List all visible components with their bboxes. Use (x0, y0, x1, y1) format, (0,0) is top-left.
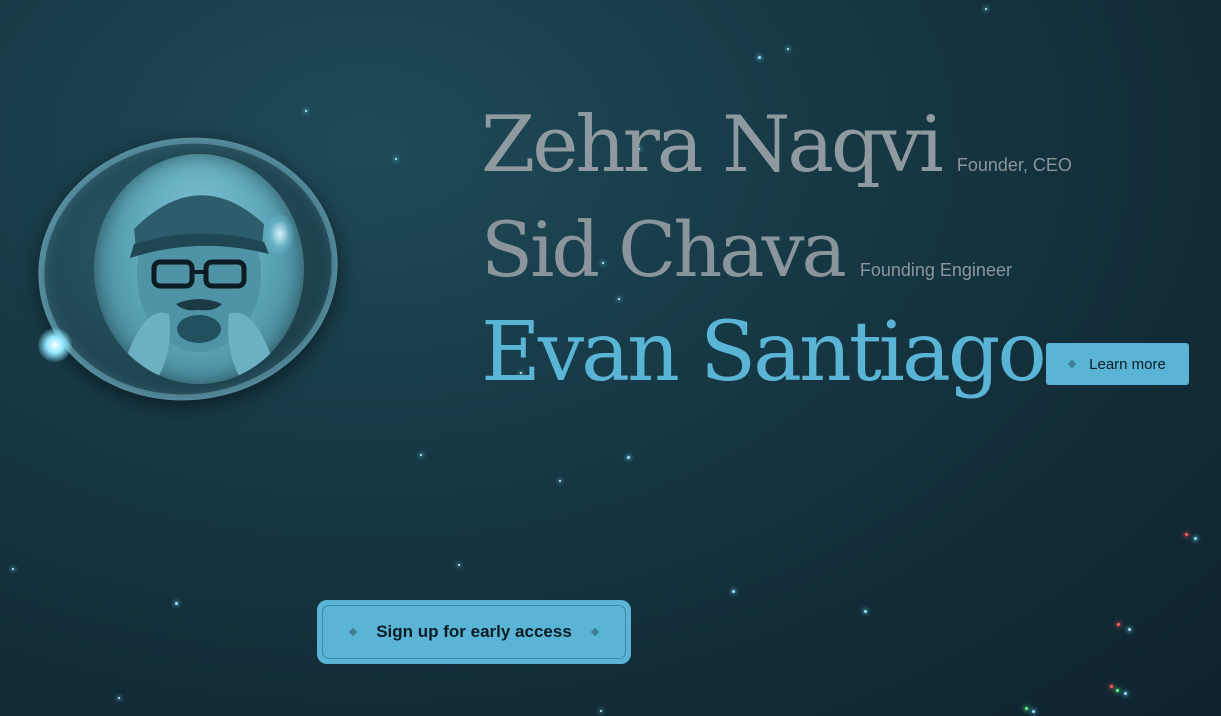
signup-label: Sign up for early access (376, 622, 572, 641)
team-member-zehra[interactable]: Zehra Naqvi Founder, CEO (481, 100, 1072, 190)
portrait-ring (21, 118, 355, 420)
member-name: Evan Santiago (481, 305, 1047, 400)
member-role: Founder, CEO (956, 155, 1072, 175)
learn-more-button[interactable]: Learn more (1046, 343, 1189, 385)
diamond-icon (1067, 359, 1077, 369)
diamond-icon (590, 627, 600, 637)
team-member-evan[interactable]: Evan SantiagoCMO (481, 305, 1106, 400)
avatar (94, 154, 304, 384)
team-member-sid[interactable]: Sid Chava Founding Engineer (481, 205, 1012, 294)
ring-highlight (266, 214, 294, 254)
signup-button[interactable]: Sign up for early access (317, 600, 631, 664)
member-name: Zehra Naqvi (481, 100, 944, 190)
member-name: Sid Chava (481, 205, 847, 294)
learn-more-label: Learn more (1089, 355, 1166, 373)
ring-light-flare (38, 328, 72, 362)
signup-button-inner: Sign up for early access (322, 605, 626, 659)
member-role: Founding Engineer (859, 260, 1012, 280)
diamond-icon (348, 627, 358, 637)
